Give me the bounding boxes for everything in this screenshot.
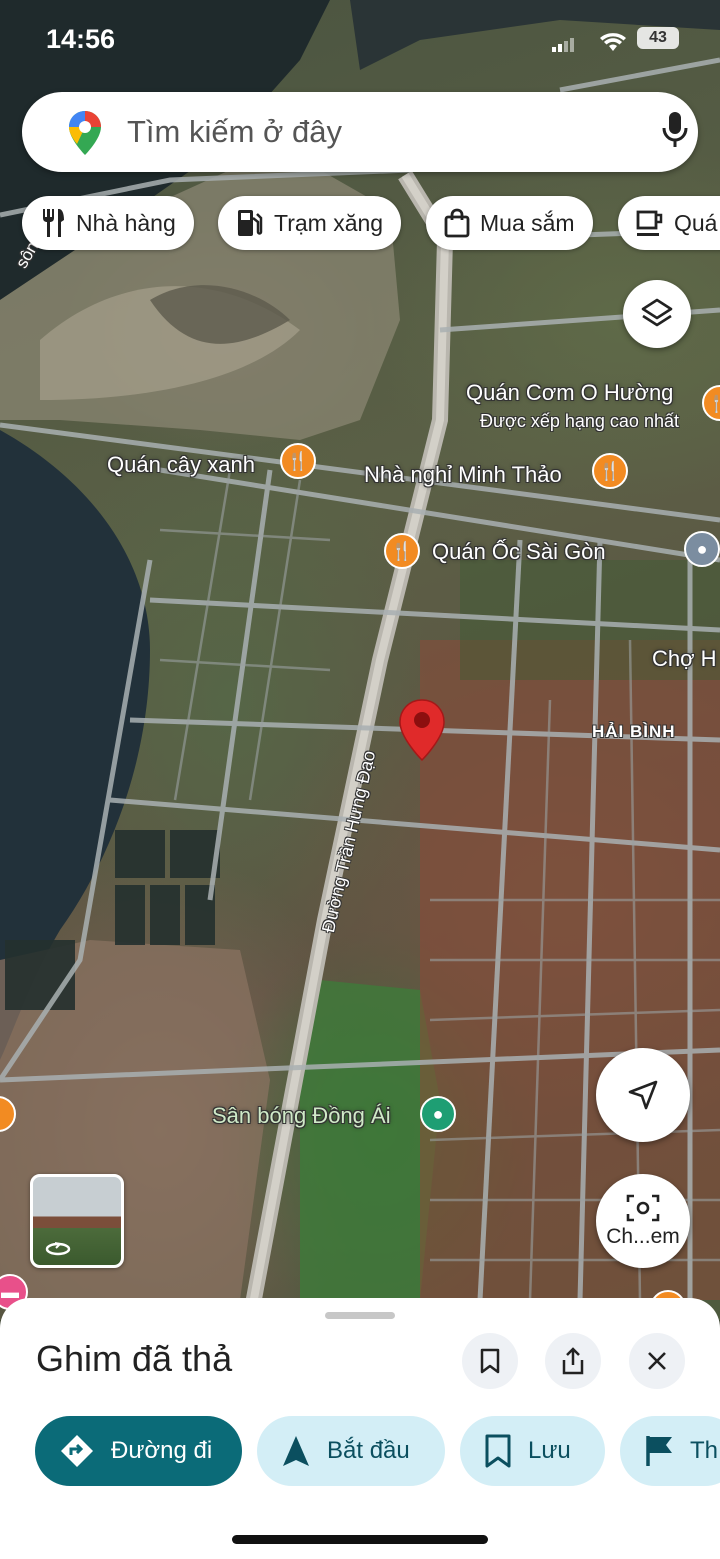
chip-label: Quá <box>674 209 718 236</box>
status-bar: 14:56 43 <box>0 0 720 80</box>
chip-label: Mua sắm <box>480 209 575 236</box>
directions-icon <box>61 1435 93 1467</box>
action-buttons: Đường đi Bắt đầu Lưu Th <box>0 1416 720 1486</box>
chip-label: Nhà hàng <box>76 209 176 236</box>
start-button[interactable]: Bắt đầu <box>257 1416 445 1486</box>
chip-gas-stations[interactable]: Trạm xăng <box>218 196 402 250</box>
search-input[interactable]: Tìm kiếm ở đây <box>127 114 342 150</box>
flag-icon <box>646 1436 672 1466</box>
place-label-quan-cay-xanh[interactable]: Quán cây xanh <box>107 452 255 478</box>
shopping-bag-icon <box>444 208 470 238</box>
place-label-cho[interactable]: Chợ H <box>652 646 717 672</box>
directions-button[interactable]: Đường đi <box>35 1416 242 1486</box>
microphone-icon[interactable] <box>662 110 688 150</box>
wifi-icon <box>600 33 626 51</box>
directions-label: Đường đi <box>111 1437 213 1464</box>
street-view-thumbnail[interactable] <box>30 1174 124 1268</box>
share-icon <box>562 1347 584 1375</box>
gas-station-icon <box>238 210 263 236</box>
start-label: Bắt đầu <box>327 1437 410 1464</box>
close-icon <box>648 1352 666 1370</box>
street-view-rotate-icon <box>45 1242 71 1256</box>
landmark-pin-icon[interactable]: ● <box>684 531 720 567</box>
home-indicator <box>232 1535 488 1544</box>
park-pin-icon[interactable]: ● <box>420 1096 456 1132</box>
coffee-cup-icon <box>636 210 663 236</box>
restaurant-pin-icon[interactable]: 🍴 <box>280 443 316 479</box>
category-chips: Nhà hàng Trạm xăng Mua sắm Quá <box>0 196 720 250</box>
chip-restaurants[interactable]: Nhà hàng <box>22 196 194 250</box>
place-subtitle-quan-com: Được xếp hạng cao nhất <box>480 411 679 431</box>
bookmark-button[interactable] <box>462 1333 518 1389</box>
bookmark-icon <box>485 1434 511 1468</box>
save-button[interactable]: Lưu <box>460 1416 605 1486</box>
label-button[interactable]: Th <box>620 1416 720 1486</box>
chip-shopping[interactable]: Mua sắm <box>426 196 593 250</box>
navigation-icon <box>283 1436 309 1466</box>
my-location-button[interactable] <box>596 1048 690 1142</box>
place-label-quan-com[interactable]: Quán Cơm O Hường <box>466 380 673 406</box>
place-label-quan-oc[interactable]: Quán Ốc Sài Gòn <box>432 539 606 565</box>
navigation-arrow-icon <box>628 1080 658 1110</box>
chip-label: Trạm xăng <box>274 209 384 236</box>
area-label: HẢI BÌNH <box>592 722 676 741</box>
cellular-signal-icon <box>552 38 574 52</box>
drag-handle[interactable] <box>325 1312 395 1319</box>
clock: 14:56 <box>46 24 116 54</box>
save-label: Lưu <box>528 1437 571 1464</box>
place-label-nha-nghi[interactable]: Nhà nghỉ Minh Thảo <box>364 462 562 488</box>
bookmark-icon <box>480 1348 500 1374</box>
layers-icon <box>641 298 673 327</box>
bottom-sheet: Ghim đã thả Đường đi Bắt đầu Lưu Th <box>0 1298 720 1559</box>
camera-button-label: Ch...em <box>606 1225 680 1248</box>
utensils-icon <box>43 209 64 237</box>
dropped-pin-icon[interactable] <box>398 698 446 762</box>
battery-indicator: 43 <box>637 27 679 49</box>
sheet-title: Ghim đã thả <box>36 1338 233 1379</box>
share-button[interactable] <box>545 1333 601 1389</box>
restaurant-pin-icon[interactable]: 🍴 <box>384 533 420 569</box>
layers-button[interactable] <box>623 280 691 348</box>
label-label: Th <box>690 1437 719 1464</box>
close-button[interactable] <box>629 1333 685 1389</box>
place-label-san-bong[interactable]: Sân bóng Đồng Ái <box>212 1103 391 1129</box>
camera-search-button[interactable]: Ch...em <box>596 1174 690 1268</box>
search-bar[interactable]: Tìm kiếm ở đây <box>22 92 698 172</box>
camera-lens-icon <box>626 1194 660 1222</box>
maps-logo-icon <box>69 111 101 155</box>
restaurant-pin-icon[interactable]: 🍴 <box>592 453 628 489</box>
chip-cafes[interactable]: Quá <box>618 196 720 250</box>
